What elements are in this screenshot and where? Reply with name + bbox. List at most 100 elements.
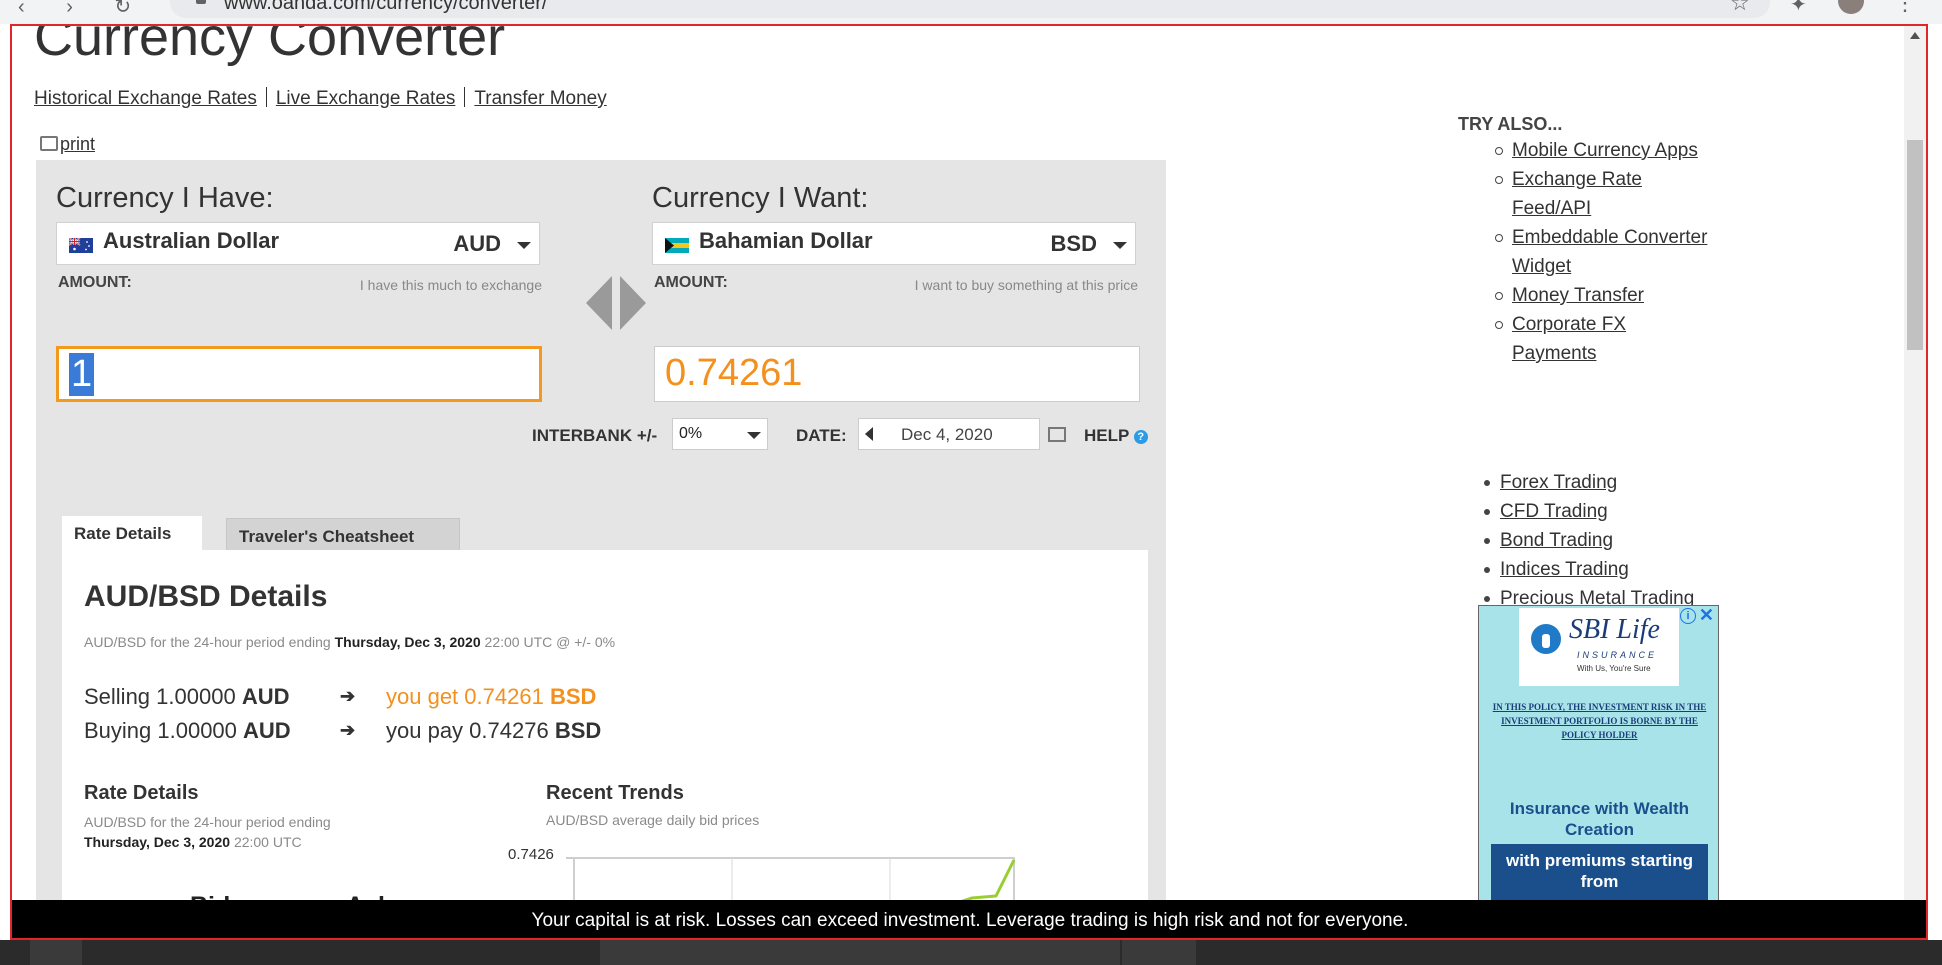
taskbar-item[interactable] bbox=[1122, 940, 1196, 965]
recent-trends-sub: AUD/BSD average daily bid prices bbox=[546, 812, 760, 828]
currency-have-select[interactable]: Australian Dollar AUD bbox=[56, 222, 540, 265]
chevron-down-icon bbox=[1113, 242, 1127, 249]
converter-widget-link[interactable]: Embeddable Converter Widget bbox=[1512, 227, 1707, 277]
list-item: CFD Trading bbox=[1483, 497, 1694, 526]
trading-list: Forex Trading CFD Trading Bond Trading I… bbox=[1483, 468, 1694, 613]
indices-trading-link[interactable]: Indices Trading bbox=[1500, 559, 1629, 580]
tab-rate-details-label: Rate Details bbox=[74, 524, 172, 543]
ad-brand: SBI Life bbox=[1569, 614, 1660, 645]
buying-prefix: Buying 1.00000 bbox=[84, 718, 237, 743]
amount-want-value: 0.74261 bbox=[665, 352, 803, 394]
page-scrollbar[interactable] bbox=[1904, 26, 1926, 938]
scrollbar-thumb[interactable] bbox=[1907, 140, 1923, 350]
currency-have-code: AUD bbox=[453, 231, 501, 256]
list-item: Money Transfer bbox=[1495, 281, 1712, 310]
browser-toolbar: ‹ › ↻ www.oanda.com/currency/converter/ … bbox=[0, 0, 1942, 24]
money-transfer-link[interactable]: Money Transfer bbox=[1512, 285, 1644, 306]
page-viewport: Currency Converter Historical Exchange R… bbox=[10, 24, 1928, 940]
currency-want-name: Bahamian Dollar bbox=[699, 228, 873, 253]
printer-icon bbox=[40, 136, 58, 151]
live-rates-link[interactable]: Live Exchange Rates bbox=[276, 88, 456, 109]
details-period: AUD/BSD for the 24-hour period ending Th… bbox=[84, 634, 615, 650]
browser-nav-icons[interactable]: ‹ › ↻ bbox=[18, 0, 149, 19]
selling-line: Selling 1.00000 AUD ➔ you get 0.74261 BS… bbox=[84, 684, 596, 710]
interbank-label: INTERBANK +/- bbox=[532, 426, 658, 445]
date-label: DATE: bbox=[796, 426, 847, 445]
ad-info-icon[interactable]: i bbox=[1680, 608, 1696, 624]
list-item: Exchange Rate Feed/API bbox=[1495, 165, 1712, 223]
bahamas-flag-icon bbox=[665, 238, 689, 253]
taskbar-item[interactable] bbox=[30, 940, 82, 965]
corporate-fx-link[interactable]: Corporate FX Payments bbox=[1512, 314, 1626, 364]
selling-code: AUD bbox=[241, 684, 290, 709]
rate-details-heading: Rate Details bbox=[84, 782, 199, 804]
taskbar-item[interactable] bbox=[600, 940, 1120, 965]
details-title: AUD/BSD Details bbox=[84, 580, 328, 613]
print-link[interactable]: print bbox=[40, 134, 95, 155]
list-item: Bond Trading bbox=[1483, 526, 1694, 555]
mobile-apps-link[interactable]: Mobile Currency Apps bbox=[1512, 140, 1698, 161]
rate-details-panel: AUD/BSD Details AUD/BSD for the 24-hour … bbox=[62, 550, 1148, 938]
list-item: Indices Trading bbox=[1483, 555, 1694, 584]
currency-have-name: Australian Dollar bbox=[103, 228, 280, 253]
tab-rate-details[interactable]: Rate Details bbox=[62, 516, 202, 550]
date-value: Dec 4, 2020 bbox=[901, 425, 993, 444]
rate-details-sub: AUD/BSD for the 24-hour period ending Th… bbox=[84, 812, 404, 852]
rate-details-time: 22:00 UTC bbox=[233, 834, 302, 850]
tab-travelers-cheatsheet-label: Traveler's Cheatsheet bbox=[239, 527, 415, 546]
tab-travelers-cheatsheet[interactable]: Traveler's Cheatsheet bbox=[226, 518, 460, 552]
recent-trends-heading: Recent Trends bbox=[546, 782, 684, 804]
buying-result: you pay 0.74276 BSD bbox=[386, 718, 601, 744]
print-label: print bbox=[60, 134, 96, 154]
currency-want-select[interactable]: Bahamian Dollar BSD bbox=[652, 222, 1136, 265]
previous-day-icon[interactable] bbox=[865, 427, 873, 441]
period-prefix: AUD/BSD for the 24-hour period ending bbox=[84, 634, 331, 650]
selling-result: you get 0.74261 BSD bbox=[386, 684, 596, 710]
risk-warning-banner: Your capital is at risk. Losses can exce… bbox=[12, 900, 1926, 938]
historical-rates-link[interactable]: Historical Exchange Rates bbox=[34, 88, 257, 109]
cfd-trading-link[interactable]: CFD Trading bbox=[1500, 501, 1608, 522]
interbank-select[interactable]: 0% bbox=[672, 418, 768, 450]
bookmark-star-icon[interactable]: ☆ bbox=[1730, 0, 1750, 16]
arrow-right-icon: ➔ bbox=[340, 720, 356, 740]
amount-have-input[interactable]: 1 bbox=[56, 346, 542, 402]
scroll-up-icon[interactable] bbox=[1910, 32, 1920, 39]
extensions-icon[interactable]: ✦ bbox=[1790, 0, 1807, 17]
list-item: Embeddable Converter Widget bbox=[1495, 223, 1712, 281]
try-also-title: TRY ALSO... bbox=[1458, 114, 1563, 134]
swap-currencies-icon[interactable] bbox=[584, 274, 648, 332]
link-divider bbox=[464, 87, 466, 107]
amount-have-hint: I have this much to exchange bbox=[359, 277, 542, 293]
ad-close-icon[interactable]: ✕ bbox=[1699, 606, 1714, 626]
list-item: Mobile Currency Apps bbox=[1495, 136, 1712, 165]
profile-avatar[interactable] bbox=[1838, 0, 1864, 14]
amount-have-value: 1 bbox=[69, 353, 95, 396]
amount-want-hint: I want to buy something at this price bbox=[914, 277, 1138, 293]
buying-line: Buying 1.00000 AUD ➔ you pay 0.74276 BSD bbox=[84, 718, 601, 744]
rate-details-sub-text: AUD/BSD for the 24-hour period ending bbox=[84, 814, 331, 830]
rate-feed-api-link[interactable]: Exchange Rate Feed/API bbox=[1512, 169, 1642, 219]
date-input[interactable]: Dec 4, 2020 bbox=[858, 418, 1040, 450]
currency-want-code: BSD bbox=[1050, 231, 1097, 256]
list-item: Corporate FX Payments bbox=[1495, 310, 1712, 368]
currency-want-heading: Currency I Want: bbox=[652, 182, 869, 214]
calendar-icon[interactable] bbox=[1048, 427, 1066, 442]
ad-disclaimer: IN THIS POLICY, THE INVESTMENT RISK IN T… bbox=[1492, 702, 1707, 740]
ad-headline: Insurance with Wealth Creation bbox=[1509, 799, 1690, 839]
buying-code: AUD bbox=[243, 718, 291, 743]
address-url[interactable]: www.oanda.com/currency/converter/ bbox=[224, 0, 547, 15]
sbi-logo-icon bbox=[1531, 624, 1561, 654]
interbank-value: 0% bbox=[679, 425, 703, 442]
sbi-life-ad[interactable]: SBI Life INSURANCE With Us, You're Sure … bbox=[1478, 605, 1719, 905]
browser-menu-icon[interactable]: ⋮ bbox=[1894, 0, 1916, 16]
forex-trading-link[interactable]: Forex Trading bbox=[1500, 472, 1617, 493]
transfer-money-link[interactable]: Transfer Money bbox=[474, 88, 606, 109]
help-link[interactable]: HELP ? bbox=[1084, 426, 1148, 458]
amount-want-input[interactable]: 0.74261 bbox=[654, 346, 1140, 402]
arrow-right-icon: ➔ bbox=[340, 686, 356, 706]
rate-details-date: Thursday, Dec 3, 2020 bbox=[84, 834, 231, 850]
australia-flag-icon bbox=[69, 238, 93, 253]
bond-trading-link[interactable]: Bond Trading bbox=[1500, 530, 1613, 551]
selling-prefix: Selling 1.00000 bbox=[84, 684, 236, 709]
chevron-down-icon bbox=[517, 242, 531, 249]
